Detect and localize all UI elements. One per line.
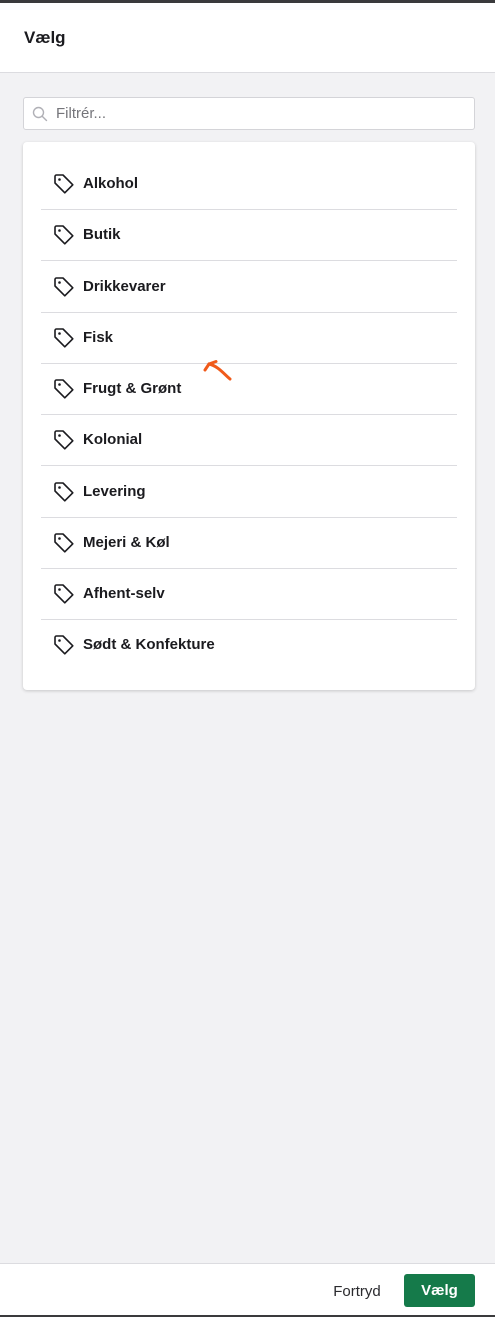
- list-item-label: Mejeri & Køl: [83, 534, 170, 551]
- list-item-label: Butik: [83, 226, 121, 243]
- list-item-soedt-konfekture[interactable]: Sødt & Konfekture: [41, 620, 457, 671]
- dialog-header: Vælg: [0, 3, 495, 73]
- list-item-mejeri-koel[interactable]: Mejeri & Køl: [41, 518, 457, 569]
- tag-icon: [54, 533, 74, 553]
- tag-icon: [54, 430, 74, 450]
- search-icon: [32, 106, 48, 122]
- tag-icon: [54, 482, 74, 502]
- search-box[interactable]: [23, 97, 475, 130]
- list-item-drikkevarer[interactable]: Drikkevarer: [41, 262, 457, 313]
- tag-icon: [54, 174, 74, 194]
- list-item-levering[interactable]: Levering: [41, 467, 457, 518]
- tag-icon: [54, 225, 74, 245]
- tag-icon: [54, 277, 74, 297]
- list-item-label: Levering: [83, 483, 146, 500]
- list-item-butik[interactable]: Butik: [41, 210, 457, 261]
- list-item-fisk[interactable]: Fisk: [41, 313, 457, 364]
- confirm-button[interactable]: Vælg: [404, 1274, 475, 1307]
- cancel-button[interactable]: Fortryd: [322, 1275, 392, 1307]
- list-item-label: Afhent-selv: [83, 585, 165, 602]
- tag-icon: [54, 584, 74, 604]
- list-item-frugt-groent[interactable]: Frugt & Grønt: [41, 364, 457, 415]
- list-item-alkohol[interactable]: Alkohol: [41, 159, 457, 210]
- list-item-kolonial[interactable]: Kolonial: [41, 415, 457, 466]
- tag-icon: [54, 379, 74, 399]
- category-list: Alkohol Butik Drikkevarer Fisk Frugt & G…: [23, 142, 475, 690]
- list-item-label: Drikkevarer: [83, 278, 166, 295]
- list-item-label: Frugt & Grønt: [83, 380, 182, 397]
- search-input[interactable]: [56, 98, 466, 129]
- list-item-label: Sødt & Konfekture: [83, 636, 215, 653]
- tag-icon: [54, 328, 74, 348]
- list-item-afhent-selv[interactable]: Afhent-selv: [41, 569, 457, 620]
- dialog-footer: Fortryd Vælg: [0, 1263, 495, 1317]
- dialog-title: Vælg: [24, 28, 66, 47]
- list-item-label: Alkohol: [83, 175, 138, 192]
- tag-icon: [54, 635, 74, 655]
- list-item-label: Fisk: [83, 329, 114, 346]
- list-item-label: Kolonial: [83, 431, 143, 448]
